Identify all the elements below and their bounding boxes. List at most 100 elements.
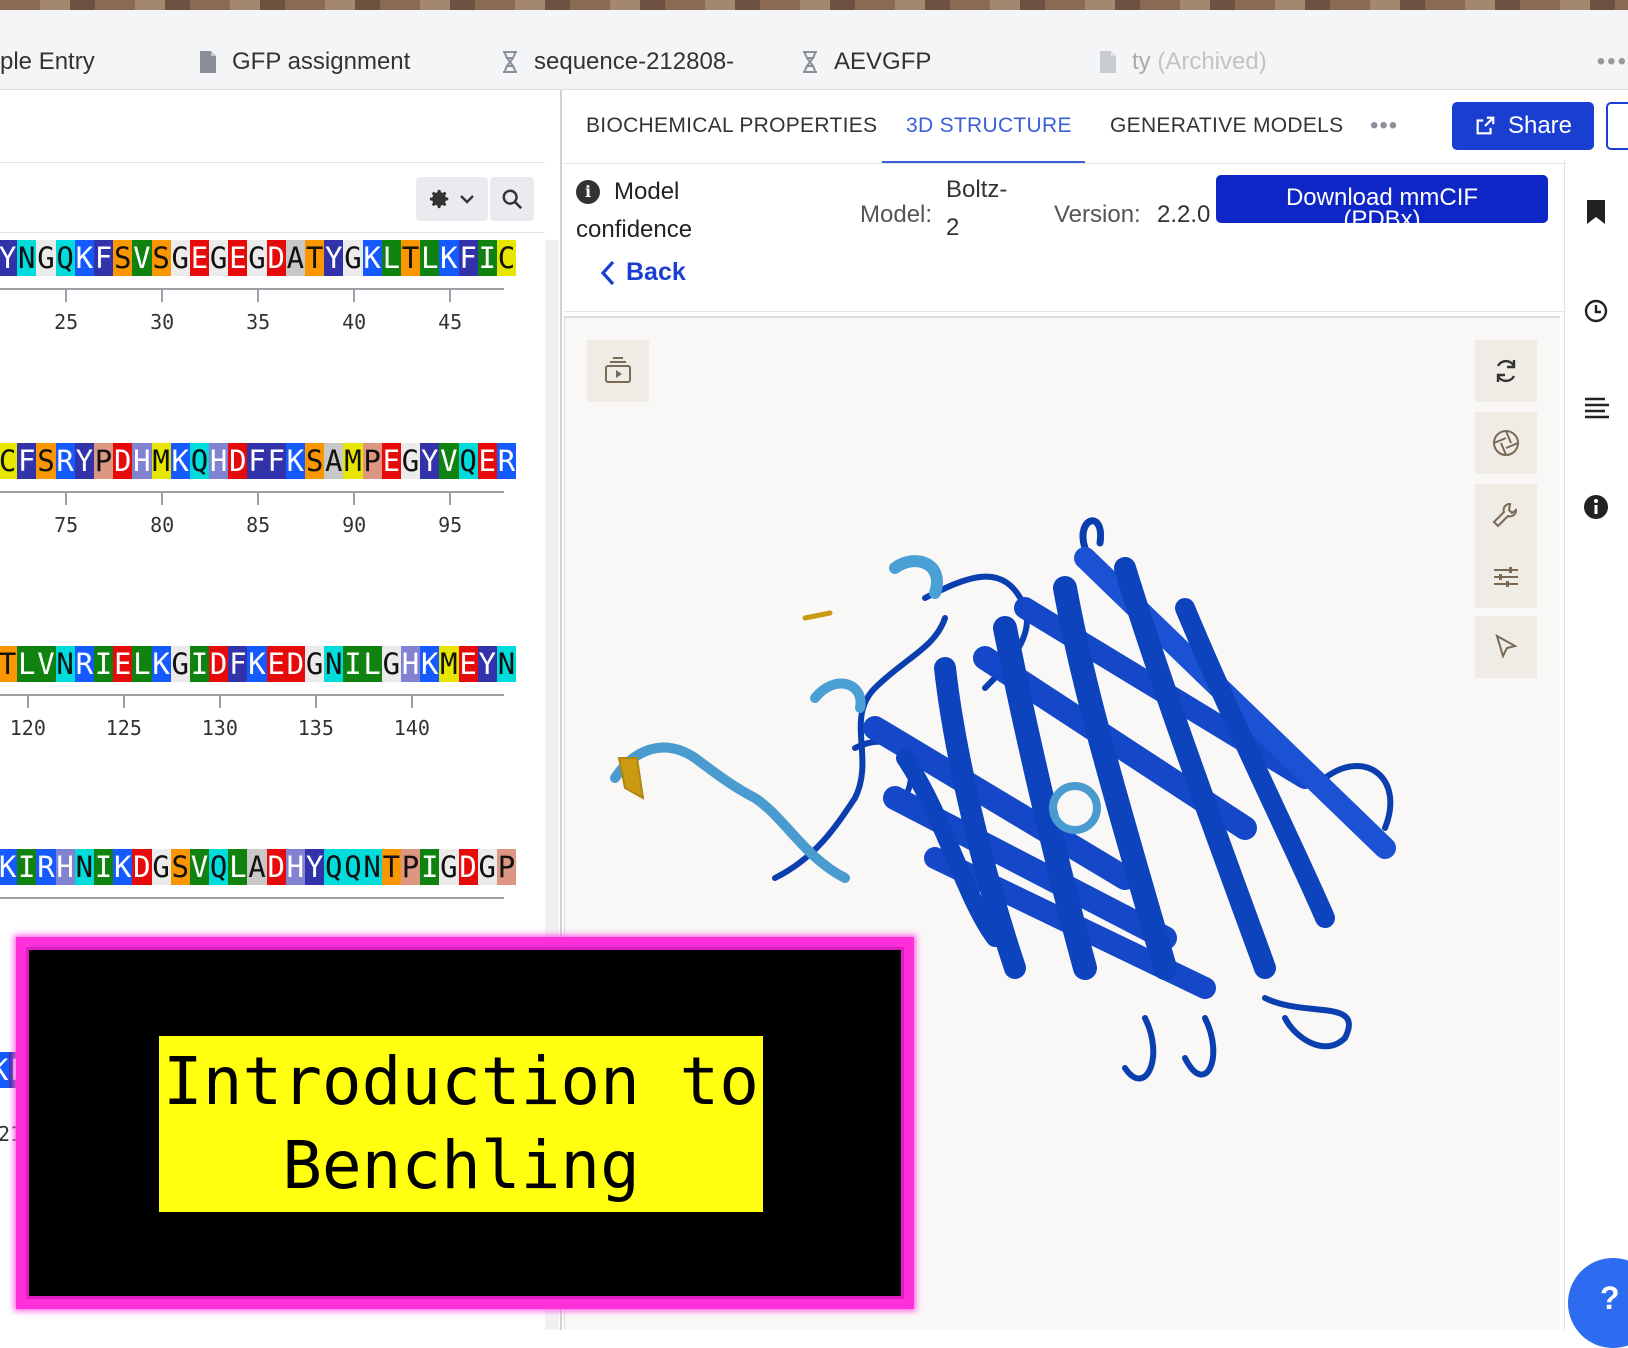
residue[interactable]: R xyxy=(36,849,56,885)
residue[interactable]: A xyxy=(324,443,344,479)
clock-icon[interactable] xyxy=(1583,298,1609,324)
residue[interactable]: D xyxy=(458,849,478,885)
info-icon[interactable] xyxy=(1583,494,1609,520)
residue[interactable]: Y xyxy=(324,240,344,276)
residue[interactable]: T xyxy=(305,240,325,276)
residue[interactable]: L xyxy=(17,646,37,682)
residue[interactable]: D xyxy=(209,646,229,682)
residue[interactable]: N xyxy=(17,240,37,276)
tab-archived[interactable]: ty (Archived) xyxy=(1098,42,1267,82)
residue[interactable]: Q xyxy=(189,443,210,479)
residue[interactable]: F xyxy=(17,443,37,479)
residue[interactable]: K xyxy=(362,240,382,276)
residue[interactable]: G xyxy=(36,240,56,276)
residue[interactable]: I xyxy=(343,646,363,682)
residue[interactable]: V xyxy=(132,240,152,276)
residue[interactable]: N xyxy=(496,646,517,682)
residue[interactable]: G xyxy=(381,646,401,682)
residue[interactable]: S xyxy=(305,443,325,479)
residue[interactable]: K xyxy=(170,443,190,479)
residue[interactable]: D xyxy=(266,849,286,885)
residue[interactable]: N xyxy=(55,646,75,682)
bookmark-icon[interactable] xyxy=(1585,198,1607,226)
residue[interactable]: M xyxy=(151,443,171,479)
residue[interactable]: F xyxy=(458,240,478,276)
residue[interactable]: I xyxy=(477,240,497,276)
residue[interactable]: Y xyxy=(0,240,18,276)
residue[interactable]: G xyxy=(170,240,190,276)
residue[interactable]: K xyxy=(0,1052,10,1088)
residue[interactable]: G xyxy=(305,646,325,682)
settings-dropdown-button[interactable] xyxy=(416,177,488,221)
residue[interactable]: G xyxy=(209,240,229,276)
share-button[interactable]: Share xyxy=(1452,102,1594,150)
sequence-row[interactable]: CFSRYPDHMKQHDFFKSAMPEGYVQER xyxy=(0,443,517,479)
residue[interactable]: K xyxy=(247,646,267,682)
text-align-icon[interactable] xyxy=(1583,396,1611,420)
residue[interactable]: R xyxy=(496,443,517,479)
model-confidence-link[interactable]: i Model confidence xyxy=(576,173,692,249)
residue[interactable]: H xyxy=(132,443,152,479)
residue[interactable]: Y xyxy=(477,646,497,682)
residue[interactable]: I xyxy=(420,849,440,885)
residue[interactable]: I xyxy=(93,646,114,682)
residue[interactable]: D xyxy=(228,443,248,479)
download-mmcif-button[interactable]: Download mmCIF (PDBx) xyxy=(1216,175,1548,223)
residue[interactable]: F xyxy=(266,443,286,479)
reset-view-button[interactable] xyxy=(1475,340,1537,402)
residue[interactable]: V xyxy=(189,849,210,885)
sequence-row[interactable]: YNGQKFSVSGEGEGDATYGKLTLKFIC xyxy=(0,240,517,276)
residue[interactable]: H xyxy=(55,849,75,885)
copy-button[interactable] xyxy=(1606,102,1628,150)
residue[interactable]: S xyxy=(151,240,171,276)
residue[interactable]: C xyxy=(0,443,18,479)
residue[interactable]: E xyxy=(458,646,478,682)
residue[interactable]: N xyxy=(74,849,94,885)
residue[interactable]: K xyxy=(74,240,94,276)
residue[interactable]: D xyxy=(113,443,133,479)
residue[interactable]: Q xyxy=(343,849,363,885)
residue[interactable]: G xyxy=(170,646,190,682)
residue[interactable]: M xyxy=(439,646,459,682)
residue[interactable]: L xyxy=(362,646,382,682)
tab-gfp-assignment[interactable]: GFP assignment xyxy=(198,42,410,82)
residue[interactable]: K xyxy=(113,849,133,885)
residue[interactable]: S xyxy=(170,849,190,885)
residue[interactable]: I xyxy=(17,849,37,885)
residue[interactable]: K xyxy=(151,646,171,682)
residue[interactable]: M xyxy=(343,443,363,479)
residue[interactable]: Q xyxy=(209,849,229,885)
select-mode-button[interactable] xyxy=(1475,616,1537,678)
residue[interactable]: P xyxy=(93,443,114,479)
residue[interactable]: K xyxy=(285,443,305,479)
residue[interactable]: D xyxy=(132,849,152,885)
sequence-row[interactable]: TLVNRIELKGIDFKEDGNILGHKMEYN xyxy=(0,646,517,682)
sliders-icon[interactable] xyxy=(1491,562,1521,592)
residue[interactable]: R xyxy=(55,443,75,479)
residue[interactable]: F xyxy=(228,646,248,682)
residue[interactable]: G xyxy=(400,443,421,479)
residue[interactable]: T xyxy=(0,646,18,682)
tab-3d-structure[interactable]: 3D STRUCTURE xyxy=(906,114,1072,138)
tab-sequence[interactable]: sequence-212808- xyxy=(500,42,734,82)
residue[interactable]: E xyxy=(189,240,210,276)
residue[interactable]: Y xyxy=(74,443,94,479)
wrench-icon[interactable] xyxy=(1491,500,1521,530)
residue[interactable]: P xyxy=(362,443,382,479)
residue[interactable]: L xyxy=(420,240,440,276)
residue[interactable]: Y xyxy=(420,443,440,479)
residue[interactable]: L xyxy=(381,240,401,276)
residue[interactable]: F xyxy=(247,443,267,479)
tab-entry[interactable]: ple Entry xyxy=(0,42,95,82)
residue[interactable]: L xyxy=(132,646,152,682)
residue[interactable]: P xyxy=(496,849,517,885)
residue[interactable]: E xyxy=(381,443,401,479)
residue[interactable]: G xyxy=(247,240,267,276)
residue[interactable]: G xyxy=(439,849,459,885)
residue[interactable]: Q xyxy=(55,240,75,276)
residue[interactable]: N xyxy=(362,849,382,885)
tab-generative-models[interactable]: GENERATIVE MODELS xyxy=(1110,114,1343,138)
residue[interactable]: Q xyxy=(324,849,344,885)
tab-aevgfp[interactable]: AEVGFP xyxy=(800,42,931,82)
residue[interactable]: V xyxy=(439,443,459,479)
